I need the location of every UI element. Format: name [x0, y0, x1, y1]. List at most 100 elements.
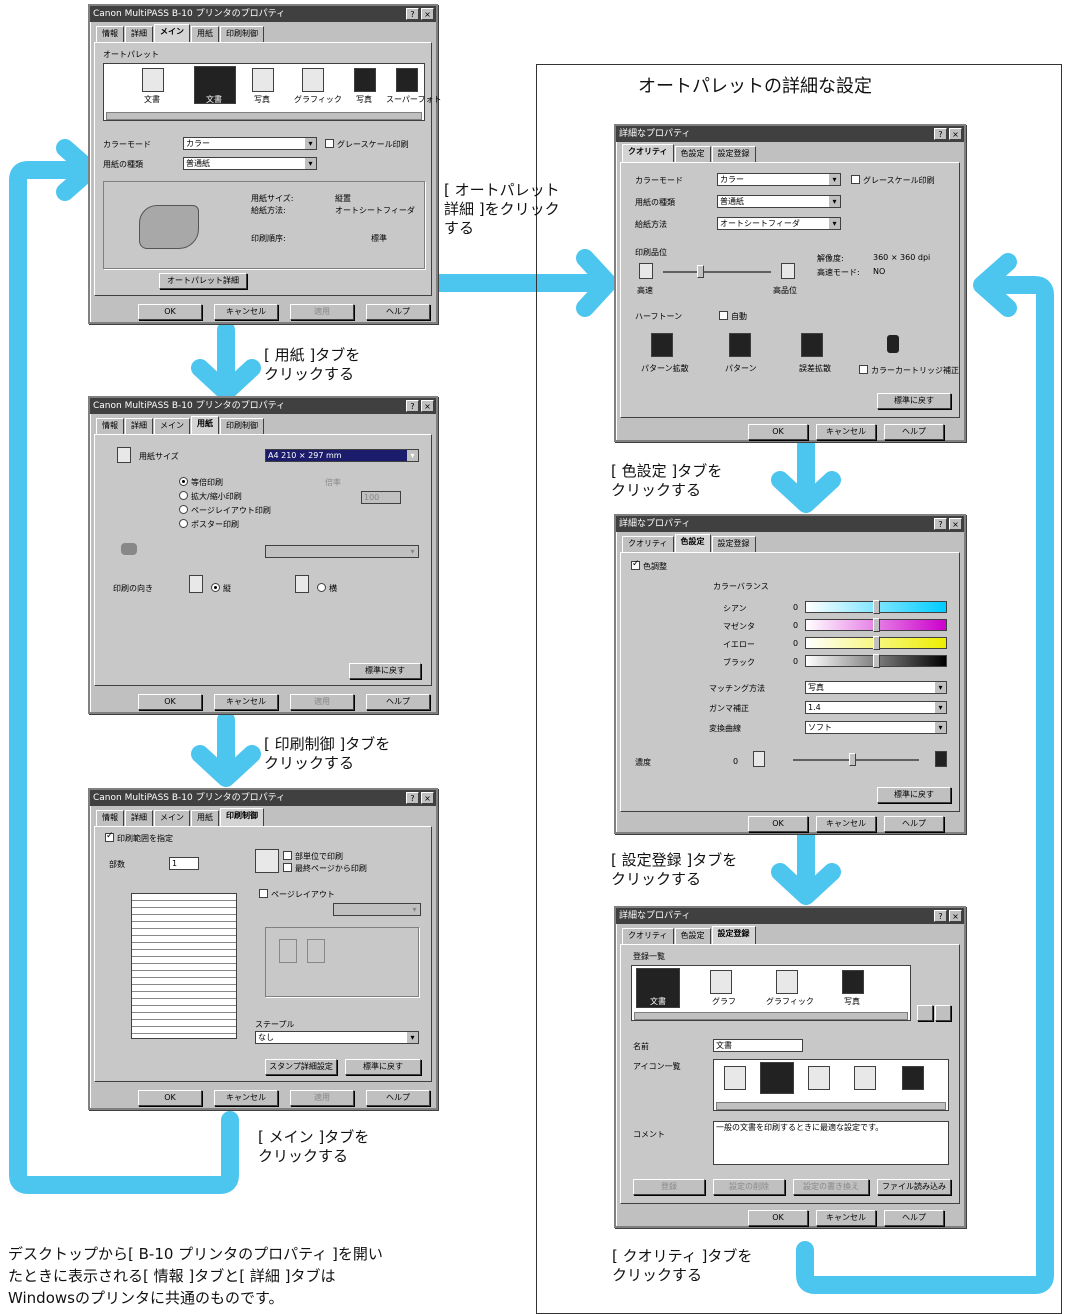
pattern-icon[interactable]	[729, 333, 751, 357]
close-title-button[interactable]: ×	[421, 8, 434, 20]
media-select[interactable]: 普通紙	[183, 157, 317, 170]
name-input[interactable]: 文書	[713, 1039, 803, 1052]
photo-icon[interactable]	[902, 1066, 924, 1090]
restore-default-button[interactable]: 標準に戻す	[877, 787, 951, 803]
cancel-button[interactable]: キャンセル	[816, 424, 876, 440]
cancel-button[interactable]: キャンセル	[214, 304, 278, 320]
delete-setting-button[interactable]: 設定の削除	[713, 1179, 785, 1195]
tab-info[interactable]: 情報	[96, 418, 124, 434]
color-mode-select[interactable]: カラー	[717, 173, 841, 186]
auto-palette-detail-button[interactable]: オートパレット詳細	[159, 273, 247, 289]
feed-select[interactable]: オートシートフィーダ	[717, 217, 841, 230]
media-select[interactable]: 普通紙	[717, 195, 841, 208]
tab-register[interactable]: 設定登録	[711, 536, 756, 552]
tab-details[interactable]: 詳細	[125, 26, 153, 42]
scale-input[interactable]: 100	[361, 491, 401, 504]
tab-info[interactable]: 情報	[96, 26, 124, 42]
portrait-radio[interactable]	[211, 583, 220, 592]
icon-list-scrollbar[interactable]	[716, 1102, 946, 1110]
poster-print-radio[interactable]	[179, 519, 188, 528]
conversion-select[interactable]: ソフト	[805, 721, 947, 734]
tab-quality[interactable]: クオリティ	[622, 536, 674, 552]
document-icon-selected[interactable]	[760, 1062, 794, 1094]
quality-slider-track[interactable]	[663, 271, 771, 273]
graph-icon[interactable]	[710, 970, 732, 994]
ok-button[interactable]: OK	[138, 304, 202, 320]
tab-main[interactable]: メイン	[154, 24, 190, 42]
graph-icon[interactable]	[808, 1066, 830, 1090]
help-title-button[interactable]: ?	[934, 910, 947, 922]
help-title-button[interactable]: ?	[934, 128, 947, 140]
super-photo-icon[interactable]	[396, 68, 418, 92]
apply-button[interactable]: 適用	[290, 304, 354, 320]
tab-paper[interactable]: 用紙	[191, 26, 219, 42]
help-button[interactable]: ヘルプ	[884, 816, 944, 832]
layout-select[interactable]	[333, 903, 421, 916]
pattern-diffusion-icon[interactable]	[651, 333, 673, 357]
help-title-button[interactable]: ?	[934, 518, 947, 530]
copies-input[interactable]: 1	[169, 857, 199, 870]
apply-button[interactable]: 適用	[290, 694, 354, 710]
ok-button[interactable]: OK	[748, 424, 808, 440]
grayscale-checkbox[interactable]	[325, 139, 334, 148]
manual-color-checkbox[interactable]	[631, 559, 640, 570]
tab-info[interactable]: 情報	[96, 810, 124, 826]
close-title-button[interactable]: ×	[421, 400, 434, 412]
ok-button[interactable]: OK	[138, 694, 202, 710]
delete-icon-button[interactable]	[917, 1005, 933, 1021]
tab-details[interactable]: 詳細	[125, 810, 153, 826]
quality-slider-thumb[interactable]	[697, 265, 704, 278]
close-title-button[interactable]: ×	[949, 128, 962, 140]
tab-main[interactable]: メイン	[154, 418, 190, 434]
cancel-button[interactable]: キャンセル	[214, 694, 278, 710]
list-scrollbar[interactable]	[634, 1012, 908, 1020]
tab-quality[interactable]: クオリティ	[622, 928, 674, 944]
stamp-detail-button[interactable]: スタンプ詳細設定	[265, 1059, 337, 1075]
tab-print-control[interactable]: 印刷制御	[220, 808, 264, 826]
ok-button[interactable]: OK	[748, 1210, 808, 1226]
save-icon-button[interactable]	[935, 1005, 951, 1021]
help-button[interactable]: ヘルプ	[366, 304, 430, 320]
gamma-select[interactable]: 1.4	[805, 701, 947, 714]
yellow-slider-thumb[interactable]	[873, 636, 880, 650]
help-button[interactable]: ヘルプ	[366, 1090, 430, 1106]
ok-button[interactable]: OK	[748, 816, 808, 832]
photo-icon[interactable]	[842, 970, 864, 994]
tab-quality[interactable]: クオリティ	[622, 144, 674, 162]
density-slider-thumb[interactable]	[849, 753, 856, 766]
grayscale-checkbox[interactable]	[851, 175, 860, 184]
black-slider-thumb[interactable]	[873, 654, 880, 668]
load-file-button[interactable]: ファイル読み込み	[877, 1179, 951, 1195]
restore-default-button[interactable]: 標準に戻す	[345, 1059, 421, 1075]
tab-register[interactable]: 設定登録	[711, 146, 756, 162]
close-title-button[interactable]: ×	[949, 518, 962, 530]
graphic-icon[interactable]	[302, 68, 324, 92]
magenta-slider-thumb[interactable]	[873, 618, 880, 632]
document-icon[interactable]	[142, 68, 164, 92]
comment-input[interactable]: 一般の文書を印刷するときに最適な設定です。	[713, 1121, 949, 1165]
color-mode-select[interactable]: カラー	[183, 137, 317, 150]
tab-register[interactable]: 設定登録	[711, 926, 756, 944]
register-button[interactable]: 登録	[633, 1179, 705, 1195]
reverse-checkbox[interactable]	[283, 863, 292, 872]
help-title-button[interactable]: ?	[406, 400, 419, 412]
help-title-button[interactable]: ?	[406, 8, 419, 20]
auto-checkbox[interactable]	[719, 311, 728, 320]
staple-select[interactable]: なし	[255, 1031, 419, 1044]
cancel-button[interactable]: キャンセル	[816, 1210, 876, 1226]
ok-button[interactable]: OK	[138, 1090, 202, 1106]
list-scrollbar[interactable]	[106, 112, 422, 120]
tab-color-settings[interactable]: 色設定	[674, 928, 711, 944]
photo-icon[interactable]	[252, 68, 274, 92]
close-title-button[interactable]: ×	[949, 910, 962, 922]
matching-select[interactable]: 写真	[805, 681, 947, 694]
tab-color-settings[interactable]: 色設定	[674, 146, 711, 162]
close-title-button[interactable]: ×	[421, 792, 434, 804]
tab-main[interactable]: メイン	[154, 810, 190, 826]
cancel-button[interactable]: キャンセル	[214, 1090, 278, 1106]
cyan-slider-thumb[interactable]	[873, 600, 880, 614]
help-button[interactable]: ヘルプ	[366, 694, 430, 710]
tab-print-control[interactable]: 印刷制御	[220, 418, 264, 434]
scale-print-radio[interactable]	[179, 491, 188, 500]
help-button[interactable]: ヘルプ	[884, 424, 944, 440]
